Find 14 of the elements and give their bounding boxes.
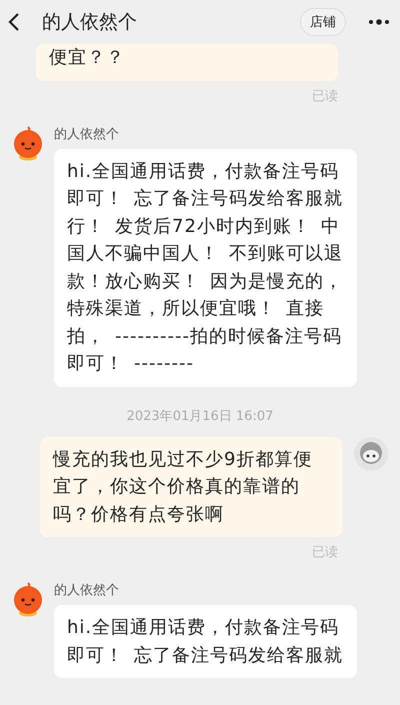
user-avatar-icon bbox=[354, 436, 388, 470]
message-bubble: hi.全国通用话费，付款备注号码即可！ 忘了备注号码发给客服就 bbox=[54, 605, 357, 678]
message-bubble: hi.全国通用话费，付款备注号码即可！ 忘了备注号码发给客服就行！ 发货后72小时内到账！ 中国人不骗中国人！ 不到账可以退款！放心购买！ 因为是慢充的，特殊渠道，所以便宜哦！ 直接拍， ----------拍的时候备注号码即可！ -------- bbox=[54, 148, 357, 386]
back-icon[interactable] bbox=[8, 12, 20, 32]
timestamp: 2023年01月16日 16:07 bbox=[126, 408, 274, 424]
shop-button[interactable]: 店铺 bbox=[300, 8, 346, 36]
more-icon[interactable] bbox=[368, 19, 390, 25]
message-bubble: 便宜？？ bbox=[36, 44, 338, 80]
sender-name: 的人依然个 bbox=[54, 582, 120, 599]
mascot-avatar-icon bbox=[12, 124, 44, 160]
sender-name: 的人依然个 bbox=[54, 126, 120, 142]
message-bubble: 慢充的我也见过不少9折都算便宜了，你这个价格真的靠谱的吗？价格有点夸张啊 bbox=[40, 436, 342, 537]
mascot-avatar-icon bbox=[12, 581, 44, 617]
chat-title: 的人依然个 bbox=[42, 10, 138, 35]
